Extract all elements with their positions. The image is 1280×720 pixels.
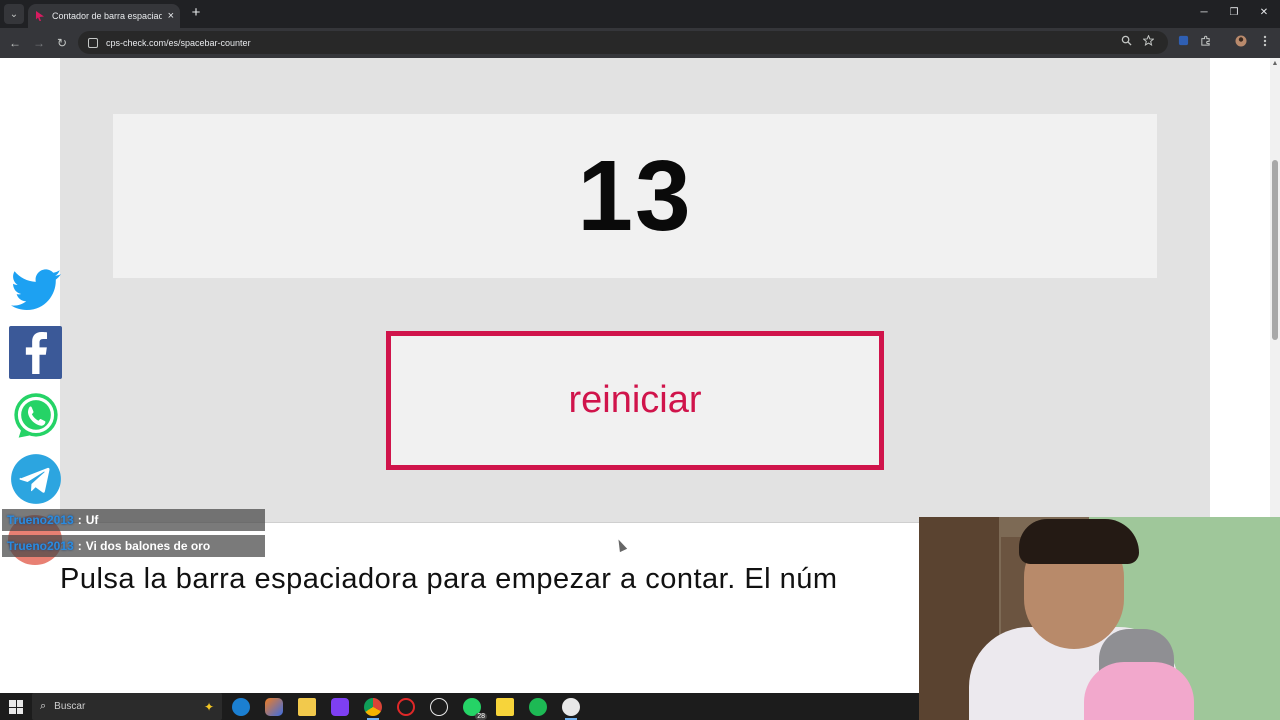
share-telegram-button[interactable] <box>9 452 62 505</box>
url-text: cps-check.com/es/spacebar-counter <box>106 37 251 48</box>
tab-list-button[interactable]: ⌄ <box>4 4 24 24</box>
address-bar[interactable]: cps-check.com/es/spacebar-counter <box>78 31 1168 54</box>
counter-value: 13 <box>577 139 693 252</box>
sticky-notes-icon[interactable] <box>496 698 514 716</box>
profile-avatar[interactable] <box>1234 35 1248 51</box>
edge-icon[interactable] <box>232 698 250 716</box>
webcam-microphone-cover <box>1084 662 1194 720</box>
back-button[interactable]: ← <box>6 34 24 52</box>
counter-display: 13 <box>113 114 1157 278</box>
scroll-up-arrow-icon[interactable]: ▲ <box>1271 60 1279 68</box>
chat-username: Trueno2013 <box>7 513 74 527</box>
bookmark-star-icon[interactable] <box>1141 34 1155 51</box>
telegram-icon <box>10 453 61 504</box>
menu-kebab-icon[interactable] <box>1258 35 1272 51</box>
zoom-icon[interactable] <box>1119 35 1133 51</box>
whatsapp-icon <box>13 392 58 438</box>
chat-message: Trueno2013 : Vi dos balones de oro <box>2 535 265 557</box>
chat-separator: : <box>77 513 82 527</box>
spotify-icon[interactable] <box>529 698 547 716</box>
taskbar-search-box[interactable]: ⌕ Buscar ✦ <box>32 693 222 720</box>
whatsapp-badge: 28 <box>475 713 487 720</box>
browser-tab[interactable]: Contador de barra espaciadora × <box>28 4 180 28</box>
obs-icon[interactable] <box>562 698 580 716</box>
site-favicon-icon <box>36 11 44 21</box>
minimize-button[interactable]: ─ <box>1195 5 1213 21</box>
search-icon: ⌕ <box>40 700 47 712</box>
new-tab-button[interactable]: + <box>188 5 204 21</box>
site-info-icon[interactable] <box>88 37 98 48</box>
extension-icon[interactable] <box>1176 35 1190 51</box>
chat-text: Uf <box>85 513 99 527</box>
instructions-text: Pulsa la barra espaciadora para empezar … <box>60 563 838 595</box>
chatgpt-icon[interactable] <box>430 698 448 716</box>
twitter-icon <box>10 268 61 310</box>
scrollbar-thumb[interactable] <box>1272 160 1278 340</box>
copilot-icon[interactable] <box>265 698 283 716</box>
mouse-cursor-icon <box>614 537 628 553</box>
chat-message: Trueno2013 : Uf <box>2 509 265 531</box>
search-label: Buscar <box>54 701 86 712</box>
chat-separator: : <box>77 539 82 553</box>
share-facebook-button[interactable] <box>9 326 62 379</box>
reload-button[interactable]: ↻ <box>53 34 71 52</box>
whatsapp-taskbar-icon[interactable]: 28 <box>463 698 487 720</box>
extensions-puzzle-icon[interactable] <box>1198 35 1212 51</box>
forward-button[interactable]: → <box>30 34 48 52</box>
chrome-icon[interactable] <box>364 698 382 716</box>
browser-toolbar: ← → ↻ cps-check.com/es/spacebar-counter <box>0 28 1280 58</box>
share-whatsapp-button[interactable] <box>9 389 62 442</box>
counter-panel: 13 reiniciar <box>60 58 1210 522</box>
restore-button[interactable]: ❐ <box>1225 5 1243 21</box>
chat-text: Vi dos balones de oro <box>85 539 211 553</box>
share-twitter-button[interactable] <box>9 263 62 316</box>
tab-title: Contador de barra espaciadora <box>52 11 162 21</box>
onenote-icon[interactable] <box>331 698 349 716</box>
copilot-sparkle-icon: ✦ <box>203 699 214 714</box>
chat-username: Trueno2013 <box>7 539 74 553</box>
webcam-person-hair <box>1019 519 1139 564</box>
facebook-icon <box>25 331 47 374</box>
reset-label: reiniciar <box>568 379 702 421</box>
tab-close-icon[interactable]: × <box>168 10 174 22</box>
webcam-overlay <box>919 517 1280 720</box>
file-explorer-icon[interactable] <box>298 698 316 716</box>
reset-button[interactable]: reiniciar <box>386 331 884 470</box>
opera-icon[interactable] <box>397 698 415 716</box>
close-window-button[interactable]: ✕ <box>1255 5 1273 21</box>
start-windows-icon[interactable] <box>9 700 23 714</box>
